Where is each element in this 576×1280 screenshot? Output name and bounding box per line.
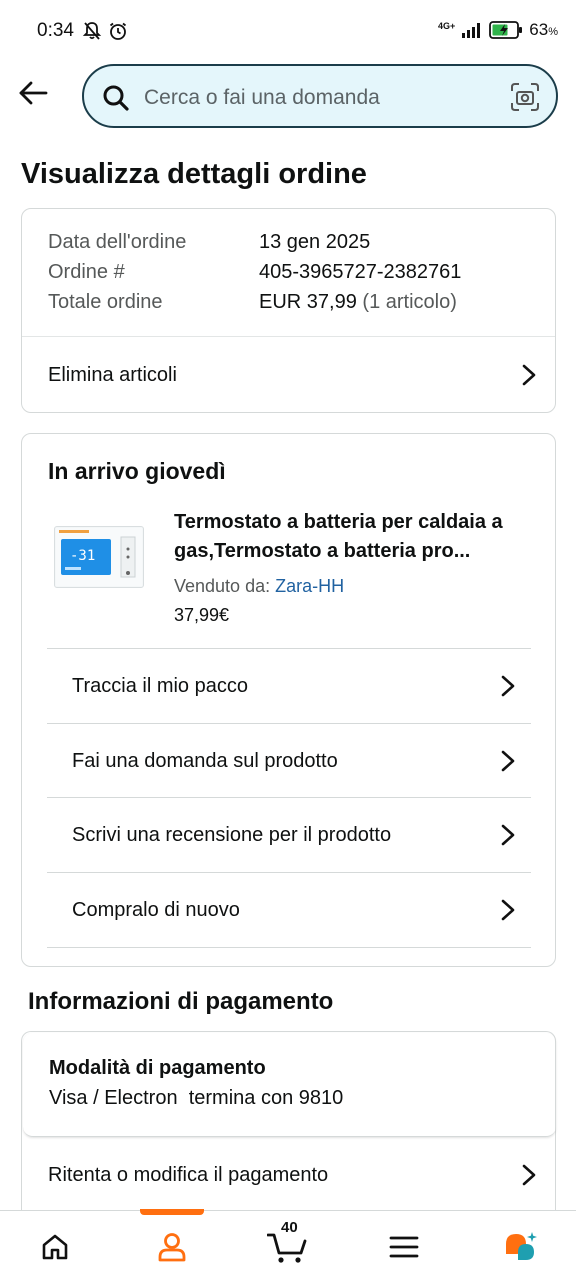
rufus-assistant-icon — [506, 1232, 537, 1260]
shipment-title: In arrivo giovedì — [48, 458, 226, 484]
menu-icon — [389, 1236, 419, 1258]
nav-menu[interactable] — [384, 1227, 424, 1267]
home-icon — [42, 1234, 68, 1260]
active-tab-indicator — [140, 1209, 204, 1215]
thermostat-image-icon: -31 — [56, 528, 142, 586]
search-header: Cerca o fai una domanda — [0, 62, 576, 130]
order-number-row: Ordine # 405-3965727-2382761 — [48, 261, 461, 284]
payment-method-box: Modalità di pagamento Visa / Electron te… — [23, 1033, 556, 1137]
svg-text:-31: -31 — [70, 548, 95, 564]
search-placeholder: Cerca o fai una domanda — [144, 86, 380, 109]
battery-charging-icon — [489, 21, 523, 39]
cart-count-badge: 40 — [281, 1219, 298, 1236]
sold-by-label: Venduto da: — [174, 576, 271, 596]
arrow-left-icon — [19, 81, 48, 105]
network-type: 4G+ — [438, 20, 456, 31]
buy-again-label: Compralo di nuovo — [72, 898, 240, 921]
seller-link[interactable]: Zara-HH — [275, 576, 344, 596]
ask-question-label: Fai una domanda sul prodotto — [72, 749, 338, 772]
account-icon — [158, 1233, 186, 1262]
chevron-right-icon — [501, 824, 515, 846]
write-review-label: Scrivi una recensione per il prodotto — [72, 823, 392, 846]
chevron-right-icon — [501, 675, 515, 697]
order-item-count: (1 articolo) — [362, 291, 457, 313]
order-date-label: Data dell'ordine — [48, 231, 187, 253]
alarm-icon — [109, 22, 127, 40]
sold-by: Venduto da: Zara-HH — [174, 576, 344, 597]
write-review-link[interactable]: Scrivi una recensione per il prodotto — [72, 798, 517, 872]
order-total-row: Totale ordine EUR 37,99 (1 articolo) — [48, 291, 457, 314]
order-summary-card: Data dell'ordine 13 gen 2025 Ordine # 40… — [21, 208, 556, 413]
camera-scan-icon[interactable] — [510, 82, 540, 112]
notifications-off-icon — [82, 22, 102, 40]
signal-icon — [462, 23, 481, 38]
status-time: 0:34 — [37, 20, 74, 41]
nav-account[interactable] — [152, 1227, 192, 1267]
buy-again-link[interactable]: Compralo di nuovo — [72, 873, 517, 947]
retry-payment-label: Ritenta o modifica il pagamento — [48, 1163, 329, 1186]
ask-question-link[interactable]: Fai una domanda sul prodotto — [72, 724, 517, 798]
order-number-label: Ordine # — [48, 261, 125, 283]
order-total-label: Totale ordine — [48, 291, 163, 313]
bottom-nav: 40 — [0, 1209, 576, 1280]
delete-items-link[interactable]: Elimina articoli — [48, 337, 538, 413]
nav-home[interactable] — [35, 1227, 75, 1267]
chevron-right-icon — [501, 899, 515, 921]
order-date-value: 13 gen 2025 — [259, 231, 371, 253]
payment-method-value: Visa / Electron termina con 9810 — [49, 1087, 344, 1109]
battery-level: 63% — [529, 20, 558, 39]
chevron-right-icon — [522, 1164, 536, 1186]
payment-method-title: Modalità di pagamento — [49, 1057, 266, 1079]
retry-payment-link[interactable]: Ritenta o modifica il pagamento — [48, 1139, 538, 1211]
order-total-value: EUR 37,99 — [259, 291, 357, 313]
divider — [47, 947, 531, 948]
product-price: 37,99€ — [174, 605, 230, 625]
product-image[interactable]: -31 — [54, 526, 144, 588]
payment-card: Modalità di pagamento Visa / Electron te… — [21, 1031, 556, 1211]
status-bar: 0:34 4G+ 63% — [0, 0, 576, 62]
delete-items-label: Elimina articoli — [48, 363, 177, 386]
payment-section-title: Informazioni di pagamento — [28, 988, 334, 1015]
order-date-row: Data dell'ordine 13 gen 2025 — [48, 231, 370, 254]
search-icon — [103, 85, 129, 111]
chevron-right-icon — [501, 750, 515, 772]
product-title-link[interactable]: Termostato a batteria per caldaia a gas,… — [174, 508, 534, 566]
track-package-link[interactable]: Traccia il mio pacco — [72, 649, 517, 723]
track-package-label: Traccia il mio pacco — [72, 674, 248, 697]
shipment-card: In arrivo giovedì -31 Termostato a batte… — [21, 433, 556, 967]
back-button[interactable] — [16, 76, 50, 110]
order-number-value: 405-3965727-2382761 — [259, 261, 462, 283]
search-input[interactable]: Cerca o fai una domanda — [82, 64, 558, 128]
chevron-right-icon — [522, 364, 536, 386]
page-title: Visualizza dettagli ordine — [21, 158, 367, 190]
nav-rufus[interactable] — [500, 1227, 540, 1267]
